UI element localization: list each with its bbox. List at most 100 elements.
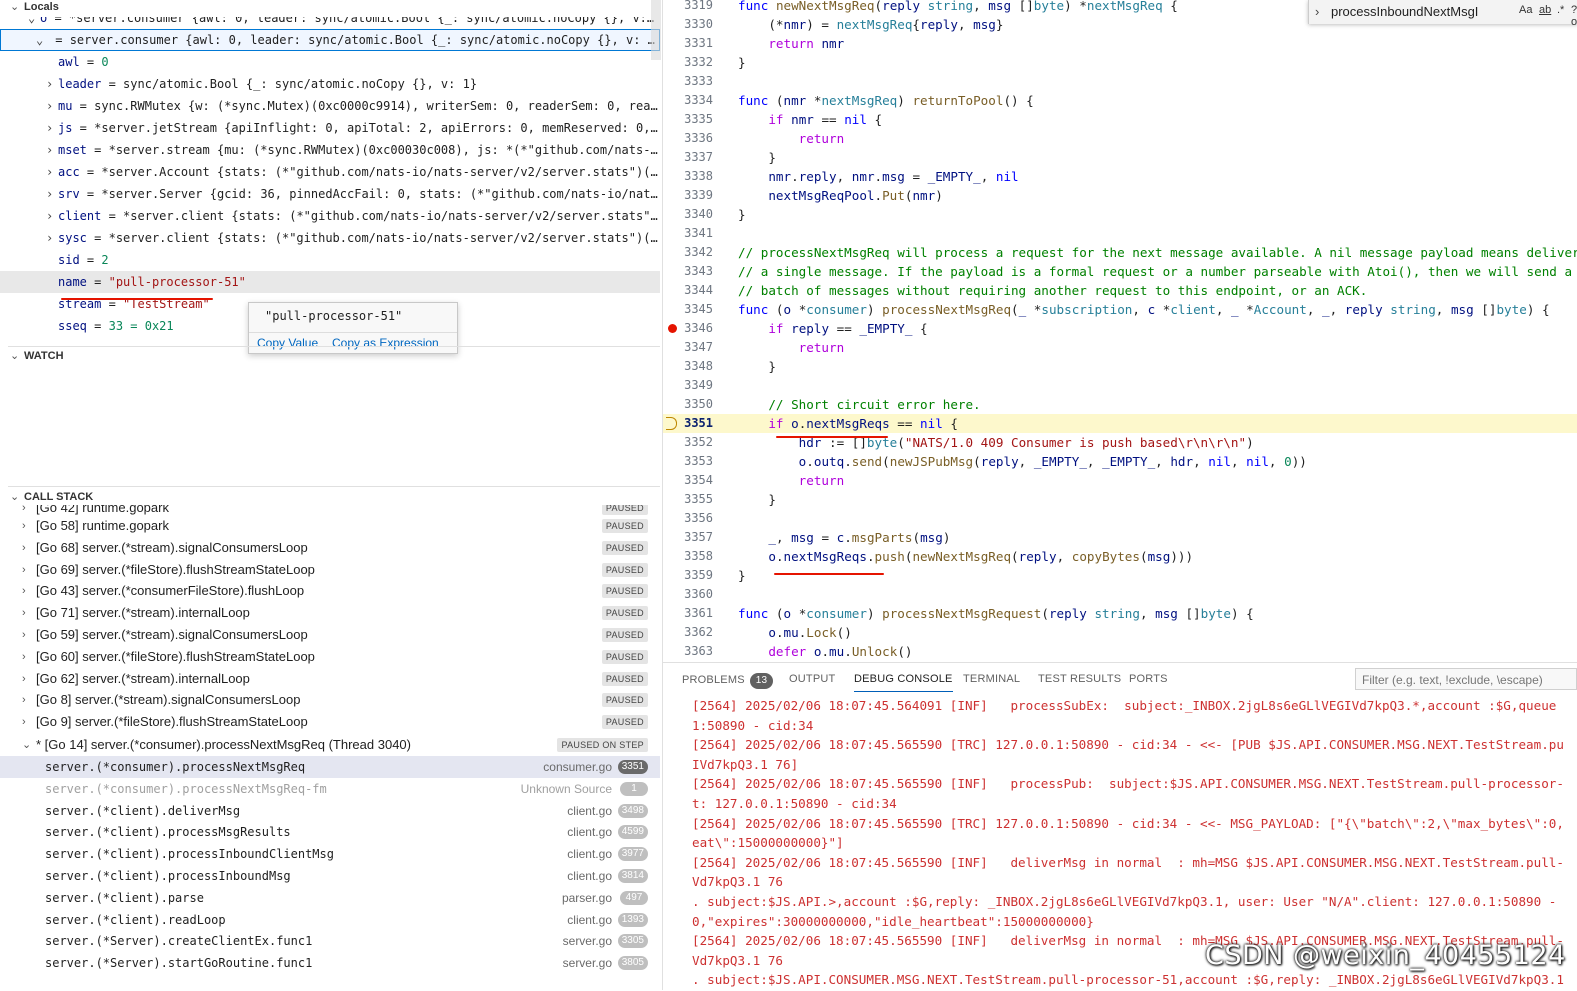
chevron-right-icon[interactable]: ›	[22, 668, 26, 690]
local-variable-row[interactable]: ⌄ = server.consumer {awl: 0, leader: syn…	[0, 29, 660, 51]
code-line[interactable]: 3339 nextMsgReqPool.Put(nmr)	[663, 186, 1577, 205]
code-line[interactable]: 3344 // batch of messages without requiri…	[663, 281, 1577, 300]
panel-tab-test-results[interactable]: TEST RESULTS	[1038, 673, 1121, 685]
code-line[interactable]: 3345 func (o *consumer) processNextMsgReq…	[663, 300, 1577, 319]
local-variable-row[interactable]: › acc = *server.Account {stats: (*"github…	[0, 161, 660, 183]
code-line[interactable]: 3335 if nmr == nil {	[663, 110, 1577, 129]
match-case-toggle[interactable]: Aa	[1519, 4, 1532, 16]
code-line[interactable]: 3343 // a single message. If the payload …	[663, 262, 1577, 281]
call-stack-header[interactable]: ⌄ CALL STACK	[10, 490, 93, 503]
code-line[interactable]: 3354 return	[663, 471, 1577, 490]
stack-frame-row[interactable]: server.(*client).processInboundMsg client…	[0, 865, 660, 887]
code-line[interactable]: 3356	[663, 509, 1577, 528]
chevron-right-icon[interactable]: ›	[22, 602, 26, 624]
whole-word-toggle[interactable]: ab	[1539, 4, 1551, 16]
chevron-right-icon[interactable]: ›	[46, 73, 58, 95]
scrollbar-thumb[interactable]	[651, 0, 661, 60]
code-line[interactable]: 3347 return	[663, 338, 1577, 357]
local-variable-row[interactable]: sid = 2	[0, 249, 660, 271]
chevron-right-icon[interactable]: ›	[46, 227, 58, 249]
code-line[interactable]: 3346 if reply == _EMPTY_ {	[663, 319, 1577, 338]
goroutine-row[interactable]: › [Go 71] server.(*stream).internalLoop PA…	[0, 602, 660, 624]
local-variable-row[interactable]: › leader = sync/atomic.Bool {_: sync/atom…	[0, 73, 660, 95]
chevron-right-icon[interactable]: ›	[22, 624, 26, 646]
code-line[interactable]: 3341	[663, 224, 1577, 243]
chevron-right-icon[interactable]: ›	[22, 515, 26, 537]
local-variable-row[interactable]: awl = 0	[0, 51, 660, 73]
panel-tab-output[interactable]: OUTPUT	[789, 673, 835, 685]
code-line[interactable]: 3361 func (o *consumer) processNextMsgReq…	[663, 604, 1577, 623]
locals-header[interactable]: ⌄ Locals	[10, 0, 59, 13]
chevron-right-icon[interactable]: ›	[46, 139, 58, 161]
chevron-right-icon[interactable]: ›	[46, 205, 58, 227]
chevron-right-icon[interactable]: ›	[1315, 4, 1319, 19]
panel-tab-debug-console[interactable]: DEBUG CONSOLE	[854, 673, 953, 692]
regex-toggle[interactable]: .*	[1557, 4, 1564, 16]
chevron-right-icon[interactable]: ›	[22, 537, 26, 559]
find-widget[interactable]: › processInboundNextMsgI Aa ab .* ? o	[1308, 0, 1577, 28]
goroutine-row[interactable]: › [Go 68] server.(*stream).signalConsumer…	[0, 537, 660, 559]
local-variable-row[interactable]: ⌄ o = *server.consumer {awl: 0, leader: s…	[0, 17, 660, 29]
chevron-right-icon[interactable]: ›	[46, 117, 58, 139]
goroutine-row[interactable]: › [Go 69] server.(*fileStore).flushStream…	[0, 559, 660, 581]
code-line[interactable]: 3333	[663, 72, 1577, 91]
goroutine-row[interactable]: › [Go 43] server.(*consumerFileStore).flu…	[0, 580, 660, 602]
panel-tab-ports[interactable]: PORTS	[1129, 673, 1168, 685]
local-variable-row[interactable]: › client = *server.client {stats: (*"gith…	[0, 205, 660, 227]
local-variable-row[interactable]: › srv = *server.Server {gcid: 36, pinnedA…	[0, 183, 660, 205]
chevron-right-icon[interactable]: ›	[46, 95, 58, 117]
stack-frame-row[interactable]: server.(*client).processMsgResults client…	[0, 821, 660, 843]
console-filter-input[interactable]: Filter (e.g. text, !exclude, \escape)	[1355, 668, 1577, 690]
local-variable-row[interactable]: › js = *server.jetStream {apiInflight: 0,…	[0, 117, 660, 139]
local-variable-row[interactable]: › mu = sync.RWMutex {w: (*sync.Mutex)(0xc…	[0, 95, 660, 117]
find-input[interactable]: processInboundNextMsgI	[1331, 2, 1516, 21]
code-line[interactable]: 3355 }	[663, 490, 1577, 509]
local-variable-row[interactable]: › sysc = *server.client {stats: (*"github…	[0, 227, 660, 249]
panel-tab-problems[interactable]: PROBLEMS 13	[682, 673, 774, 689]
local-variable-row[interactable]: › mset = *server.stream {mu: (*sync.RWMut…	[0, 139, 660, 161]
stack-frame-row[interactable]: server.(*consumer).processNextMsgReq cons…	[0, 756, 660, 778]
panel-tab-terminal[interactable]: TERMINAL	[963, 673, 1020, 685]
code-line[interactable]: 3340}	[663, 205, 1577, 224]
code-line[interactable]: 3336 return	[663, 129, 1577, 148]
copy-value-button[interactable]: Copy Value	[257, 336, 318, 350]
stack-frame-row[interactable]: server.(*client).processInboundClientMsg…	[0, 843, 660, 865]
chevron-down-icon[interactable]: ⌄	[22, 734, 31, 756]
code-line[interactable]: 3353 o.outq.send(newJSPubMsg(reply, _EMP…	[663, 452, 1577, 471]
code-line[interactable]: 3348 }	[663, 357, 1577, 376]
code-line[interactable]: 3363 defer o.mu.Unlock()	[663, 642, 1577, 661]
stack-frame-row[interactable]: server.(*Server).startGoRoutine.func1 ser…	[0, 952, 660, 974]
stack-frame-row[interactable]: server.(*Server).createClientEx.func1 ser…	[0, 930, 660, 952]
goroutine-row[interactable]: › [Go 8] server.(*stream).signalConsumers…	[0, 689, 660, 711]
stack-frame-row[interactable]: server.(*consumer).processNextMsgReq-fm U…	[0, 778, 660, 800]
code-line[interactable]: 3338 nmr.reply, nmr.msg = _EMPTY_, nil	[663, 167, 1577, 186]
code-line[interactable]: 3350 // Short circuit error here.	[663, 395, 1577, 414]
chevron-right-icon[interactable]: ›	[46, 183, 58, 205]
chevron-down-icon[interactable]: ⌄	[36, 29, 48, 51]
goroutine-row[interactable]: › [Go 62] server.(*stream).internalLoop PA…	[0, 668, 660, 690]
chevron-right-icon[interactable]: ›	[22, 711, 26, 733]
chevron-right-icon[interactable]: ›	[22, 646, 26, 668]
code-line[interactable]: 3359}	[663, 566, 1577, 585]
code-line[interactable]: 3332}	[663, 53, 1577, 72]
active-thread-row[interactable]: ⌄ * [Go 14] server.(*consumer).processNex…	[0, 734, 660, 756]
goroutine-row[interactable]: › [Go 60] server.(*fileStore).flushStream…	[0, 646, 660, 668]
watch-header[interactable]: ⌄ WATCH	[10, 349, 64, 362]
find-more-options[interactable]: ? o	[1571, 4, 1577, 28]
code-line[interactable]: 3331 return nmr	[663, 34, 1577, 53]
code-line[interactable]: 3357 _, msg = c.msgParts(msg)	[663, 528, 1577, 547]
chevron-down-icon[interactable]: ⌄	[28, 17, 40, 29]
chevron-right-icon[interactable]: ›	[22, 580, 26, 602]
code-line[interactable]: 3351 if o.nextMsgReqs == nil {	[663, 414, 1577, 433]
code-line[interactable]: 3349	[663, 376, 1577, 395]
code-line[interactable]: 3360	[663, 585, 1577, 604]
code-line[interactable]: 3337 }	[663, 148, 1577, 167]
code-line[interactable]: 3334 func (nmr *nextMsgReq) returnToPool(…	[663, 91, 1577, 110]
goroutine-row[interactable]: › [Go 59] server.(*stream).signalConsumer…	[0, 624, 660, 646]
goroutine-row[interactable]: › [Go 58] runtime.gopark PAUSED	[0, 515, 660, 537]
chevron-right-icon[interactable]: ›	[22, 559, 26, 581]
goroutine-row[interactable]: › [Go 9] server.(*fileStore).flushStreamS…	[0, 711, 660, 733]
chevron-right-icon[interactable]: ›	[22, 689, 26, 711]
stack-frame-row[interactable]: server.(*client).readLoop client.go 1393	[0, 909, 660, 931]
code-line[interactable]: 3358 o.nextMsgReqs.push(newNextMsgReq(re…	[663, 547, 1577, 566]
